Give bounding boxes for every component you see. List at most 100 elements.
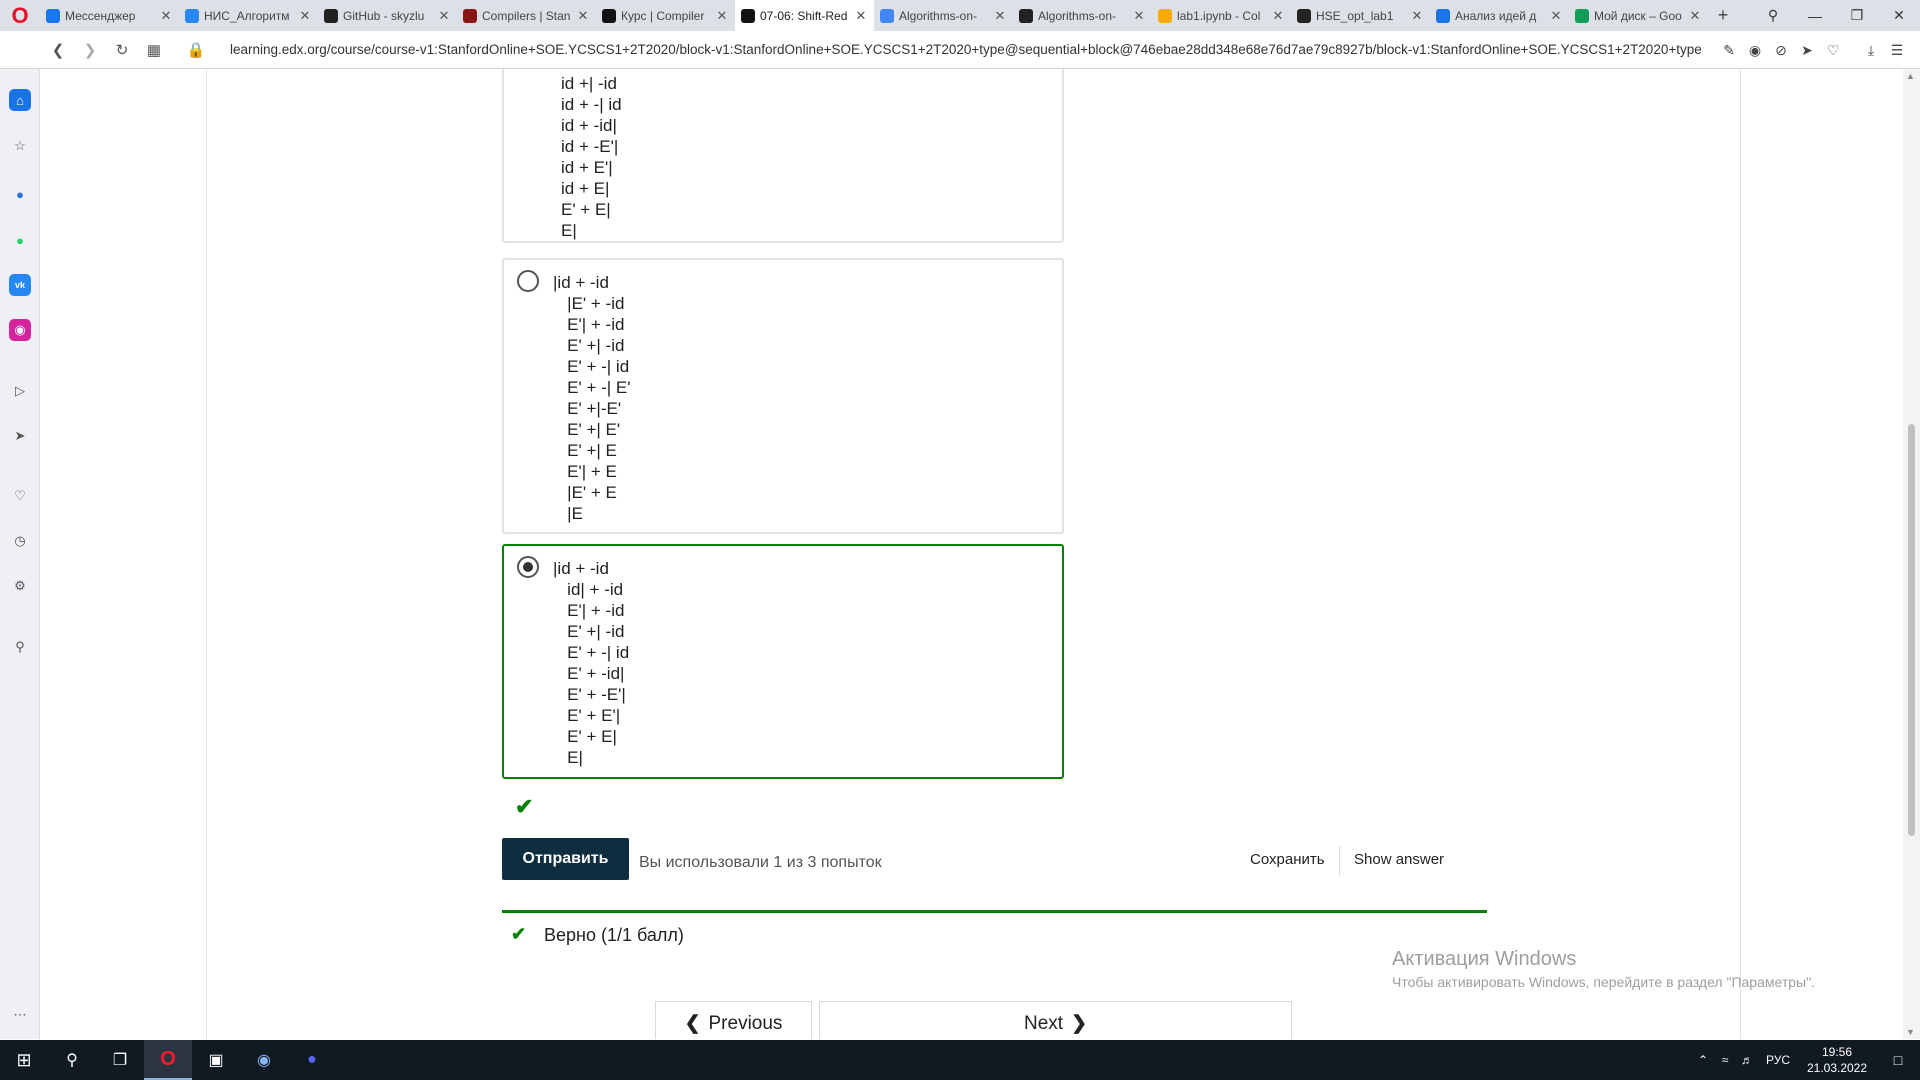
tab-grid-icon[interactable]: ▦: [138, 41, 170, 59]
submit-button[interactable]: Отправить: [502, 838, 629, 880]
heart-icon[interactable]: ♡: [9, 485, 31, 507]
settings-icon[interactable]: ⚙: [9, 575, 31, 597]
tab-title: НИС_Алгоритм: [204, 8, 290, 23]
page-scrollbar[interactable]: ▲ ▼: [1903, 69, 1920, 1039]
browser-tab[interactable]: lab1.ipynb - Col ✕: [1152, 0, 1291, 31]
previous-button[interactable]: ❮ Previous: [655, 1001, 812, 1039]
more-icon[interactable]: ⋯: [9, 1004, 31, 1026]
close-tab-icon[interactable]: ✕: [715, 8, 729, 24]
close-tab-icon[interactable]: ✕: [1410, 8, 1424, 24]
browser-tab[interactable]: Algorithms-on- ✕: [874, 0, 1013, 31]
language-indicator[interactable]: РУС: [1758, 1053, 1798, 1067]
close-tab-icon[interactable]: ✕: [1271, 8, 1285, 24]
home-icon[interactable]: ⌂: [9, 89, 31, 111]
next-button[interactable]: Next ❯: [819, 1001, 1292, 1039]
derivation-line: E' +|-E': [553, 399, 622, 418]
derivation-line: E' + E'|: [553, 706, 621, 725]
tab-title: Compilers | Stan: [482, 8, 571, 23]
url-field[interactable]: learning.edx.org/course/course-v1:Stanfo…: [230, 42, 1710, 57]
browser-tab[interactable]: 07-06: Shift-Red ✕: [735, 0, 874, 31]
app-taskbar-icon[interactable]: ▣: [192, 1040, 240, 1080]
option-derivation: |id + -id id| + -id E'| + -id E' +| -id …: [553, 558, 629, 768]
option-derivation: |id + -id |E' + -id E'| + -id E' +| -id …: [553, 272, 631, 524]
minimize-button[interactable]: —: [1794, 8, 1836, 24]
camera-icon[interactable]: ◉: [1742, 42, 1768, 59]
close-tab-icon[interactable]: ✕: [854, 8, 868, 24]
save-button[interactable]: Сохранить: [1250, 851, 1325, 868]
browser-tab[interactable]: Мессенджер ✕: [40, 0, 179, 31]
checkmark-icon: ✔: [511, 924, 527, 944]
send-icon[interactable]: ➤: [9, 425, 31, 447]
opera-logo-icon[interactable]: O: [0, 0, 40, 31]
history-icon[interactable]: ◷: [9, 530, 31, 552]
adblock-icon[interactable]: ⊘: [1768, 42, 1794, 59]
edit-icon[interactable]: ✎: [1716, 42, 1742, 59]
browser-tab[interactable]: Мой диск – Goo ✕: [1569, 0, 1708, 31]
derivation-line: E' +| E: [553, 441, 617, 460]
radio-button[interactable]: [517, 270, 539, 292]
download-icon[interactable]: ⤓: [1858, 42, 1884, 59]
tab-title: Algorithms-on-: [899, 8, 978, 23]
derivation-line: E' + -| E': [553, 378, 631, 397]
derivation-line: E|: [553, 748, 583, 767]
send-icon[interactable]: ➤: [1794, 42, 1820, 59]
browser-tab[interactable]: GitHub - skyzlu ✕: [318, 0, 457, 31]
whatsapp-icon[interactable]: ●: [9, 229, 31, 251]
browser-tab[interactable]: Анализ идей д ✕: [1430, 0, 1569, 31]
derivation-line: E|: [561, 221, 577, 240]
close-tab-icon[interactable]: ✕: [1688, 8, 1702, 24]
radio-button[interactable]: [517, 556, 539, 578]
windows-start-icon[interactable]: ⊞: [0, 1040, 48, 1080]
close-tab-icon[interactable]: ✕: [576, 8, 590, 24]
vk-icon[interactable]: vk: [9, 274, 31, 296]
search-tabs-icon[interactable]: ⚲: [1752, 7, 1794, 24]
watermark-subtitle: Чтобы активировать Windows, перейдите в …: [1392, 974, 1815, 990]
task-view-icon[interactable]: ❐: [96, 1040, 144, 1080]
derivation-line: E'| + -id: [553, 601, 625, 620]
tab-title: Анализ идей д: [1455, 8, 1537, 23]
chevron-up-icon[interactable]: ⌃: [1692, 1053, 1714, 1067]
back-button[interactable]: ❮: [42, 41, 74, 59]
scroll-down-icon[interactable]: ▼: [1906, 1027, 1915, 1037]
show-answer-button[interactable]: Show answer: [1354, 851, 1444, 868]
notifications-icon[interactable]: □: [1876, 1052, 1920, 1068]
discord-icon[interactable]: ●: [288, 1040, 336, 1080]
heart-icon[interactable]: ♡: [1820, 42, 1846, 59]
forward-button[interactable]: ❯: [74, 41, 106, 59]
menu-icon[interactable]: ☰: [1884, 42, 1910, 59]
browser-tab[interactable]: НИС_Алгоритм ✕: [179, 0, 318, 31]
scroll-up-icon[interactable]: ▲: [1906, 71, 1915, 81]
close-tab-icon[interactable]: ✕: [159, 8, 173, 24]
wifi-icon[interactable]: ≈: [1714, 1053, 1736, 1067]
search-icon[interactable]: ⚲: [48, 1040, 96, 1080]
tab-title: Мессенджер: [65, 8, 136, 23]
browser-taskbar-icon[interactable]: ◉: [240, 1040, 288, 1080]
browser-tab[interactable]: HSE_opt_lab1 ✕: [1291, 0, 1430, 31]
reload-button[interactable]: ↻: [106, 41, 138, 59]
close-tab-icon[interactable]: ✕: [298, 8, 312, 24]
lightbulb-icon[interactable]: ⚲: [9, 636, 31, 658]
close-tab-icon[interactable]: ✕: [1549, 8, 1563, 24]
close-window-button[interactable]: ✕: [1878, 7, 1920, 24]
messenger-icon: [46, 8, 60, 23]
browser-tab[interactable]: Algorithms-on- ✕: [1013, 0, 1152, 31]
close-tab-icon[interactable]: ✕: [993, 8, 1007, 24]
bookmarks-icon[interactable]: ☆: [9, 135, 31, 157]
browser-tab[interactable]: Compilers | Stan ✕: [457, 0, 596, 31]
new-tab-button[interactable]: +: [1708, 5, 1738, 26]
close-tab-icon[interactable]: ✕: [437, 8, 451, 24]
instagram-icon[interactable]: ◉: [9, 319, 31, 341]
opera-taskbar-icon[interactable]: O: [144, 1040, 192, 1080]
messenger-icon[interactable]: ●: [9, 183, 31, 205]
answer-option-1[interactable]: id +| -id id + -| id id + -id| id + -E'| id …: [502, 69, 1064, 243]
clock[interactable]: 19:56 21.03.2022: [1798, 1044, 1876, 1076]
restore-button[interactable]: ❐: [1836, 7, 1878, 24]
player-icon[interactable]: ▷: [9, 380, 31, 402]
close-tab-icon[interactable]: ✕: [1132, 8, 1146, 24]
answer-option-2[interactable]: |id + -id |E' + -id E'| + -id E' +| -id …: [502, 258, 1064, 534]
volume-icon[interactable]: ♬: [1736, 1053, 1758, 1067]
scrollbar-thumb[interactable]: [1908, 424, 1915, 836]
browser-tab[interactable]: Курс | Compiler ✕: [596, 0, 735, 31]
attempts-text: Вы использовали 1 из 3 попыток: [639, 854, 882, 871]
answer-option-3[interactable]: |id + -id id| + -id E'| + -id E' +| -id …: [502, 544, 1064, 779]
